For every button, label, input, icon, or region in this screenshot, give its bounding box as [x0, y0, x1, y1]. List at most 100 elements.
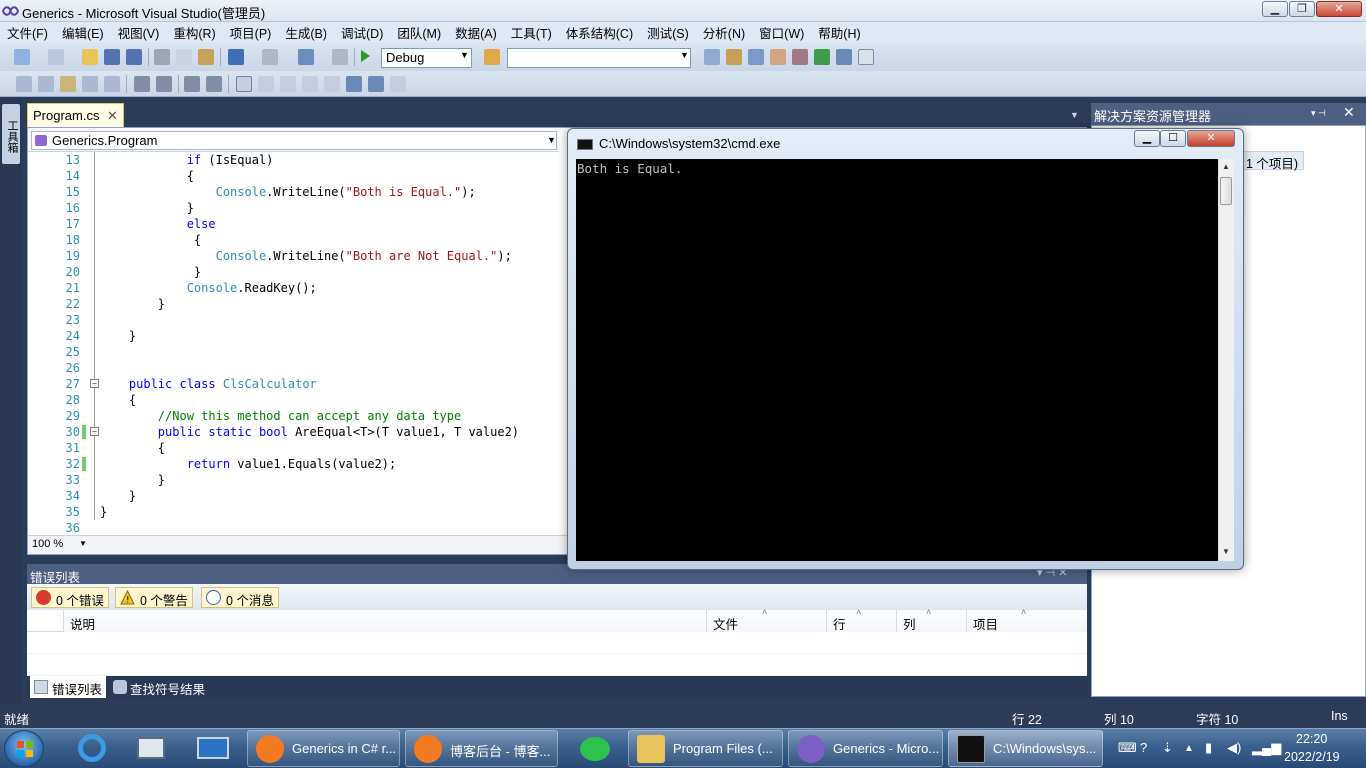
menu-item[interactable]: 体系结构(C): [559, 23, 640, 42]
maximize-button[interactable]: ❐: [1289, 1, 1315, 17]
previous-bookmark-icon[interactable]: [258, 76, 274, 92]
code-line[interactable]: 34 }: [28, 488, 568, 504]
previous-bookmark-in-document-icon[interactable]: [346, 76, 362, 92]
complete-word-icon[interactable]: [82, 76, 98, 92]
code-line[interactable]: 22 }: [28, 296, 568, 312]
quick-info-icon[interactable]: [60, 76, 76, 92]
type-navigation-select[interactable]: Generics.Program: [31, 131, 557, 150]
find-in-files-icon[interactable]: [484, 49, 500, 65]
menu-item[interactable]: 重构(R): [166, 23, 222, 42]
code-line[interactable]: 20 }: [28, 264, 568, 280]
scroll-down-icon[interactable]: ▼: [1222, 547, 1230, 556]
comment-out-icon[interactable]: [184, 76, 200, 92]
chevron-down-icon[interactable]: ▼: [680, 50, 689, 60]
code-line[interactable]: 32 return value1.Equals(value2);: [28, 456, 568, 472]
server-manager-pin[interactable]: [125, 731, 177, 767]
object-browser-icon[interactable]: [748, 49, 764, 65]
volume-icon[interactable]: ◀): [1227, 740, 1241, 756]
taskbar-button-firefox-1[interactable]: Generics in C# r...: [247, 730, 400, 767]
toolbox-tab[interactable]: 工具箱: [2, 104, 20, 164]
navigate-forward-icon[interactable]: [332, 49, 348, 65]
clear-bookmarks-icon[interactable]: [390, 76, 406, 92]
find-combo-input[interactable]: [507, 48, 691, 68]
keyboard-icon[interactable]: ⌨: [1118, 740, 1137, 756]
chevron-down-icon[interactable]: ▼: [460, 50, 469, 60]
redo-icon[interactable]: [262, 49, 278, 65]
taskbar-button-firefox-2[interactable]: 博客后台 - 博客...: [405, 730, 558, 767]
code-line[interactable]: 25: [28, 344, 568, 360]
properties-icon[interactable]: [726, 49, 742, 65]
cmd-minimize-button[interactable]: ▁: [1134, 130, 1160, 147]
next-bookmark-in-document-icon[interactable]: [368, 76, 384, 92]
code-line[interactable]: 30 public static bool AreEqual<T>(T valu…: [28, 424, 568, 440]
cmd-close-button[interactable]: ✕: [1187, 130, 1235, 147]
column-header-project[interactable]: 项目: [966, 610, 1087, 632]
menu-item[interactable]: 分析(N): [696, 23, 752, 42]
solution-configuration-select[interactable]: Debug: [381, 48, 472, 68]
close-button[interactable]: ✕: [1316, 1, 1362, 17]
code-line[interactable]: 15 Console.WriteLine("Both is Equal.");: [28, 184, 568, 200]
menu-item[interactable]: 编辑(E): [55, 23, 111, 42]
copy-icon[interactable]: [176, 49, 192, 65]
save-all-icon[interactable]: [126, 49, 142, 65]
input-method-icon[interactable]: ⇣: [1162, 740, 1173, 756]
menu-item[interactable]: 团队(M): [390, 23, 448, 42]
code-line[interactable]: 19 Console.WriteLine("Both are Not Equal…: [28, 248, 568, 264]
decrease-indent-icon[interactable]: [134, 76, 150, 92]
navigate-backward-icon[interactable]: [298, 49, 314, 65]
taskbar-button-explorer[interactable]: Program Files (...: [628, 730, 783, 767]
code-line[interactable]: 23: [28, 312, 568, 328]
toggle-bookmark-icon[interactable]: [236, 76, 252, 92]
show-hidden-icons-icon[interactable]: ▲: [1184, 743, 1194, 754]
code-line[interactable]: 13 if (IsEqual): [28, 152, 568, 168]
code-line[interactable]: 14 {: [28, 168, 568, 184]
code-line[interactable]: 36: [28, 520, 568, 536]
desktop-pin[interactable]: [187, 731, 239, 767]
previous-bookmark-in-folder-icon[interactable]: [302, 76, 318, 92]
close-panel-icon[interactable]: ✕: [1343, 104, 1355, 121]
chevron-down-icon[interactable]: ▼: [1070, 110, 1079, 120]
menu-item[interactable]: 文件(F): [0, 23, 55, 42]
taskbar-button-visual-studio[interactable]: Generics - Micro...: [788, 730, 943, 767]
network-icon[interactable]: ▂▄▆: [1252, 740, 1281, 756]
solution-explorer-icon[interactable]: [704, 49, 720, 65]
extension-manager-icon[interactable]: [836, 49, 852, 65]
chevron-down-icon[interactable]: ▼: [79, 539, 87, 548]
scrollbar-thumb[interactable]: [1220, 177, 1232, 205]
start-button[interactable]: [4, 730, 44, 767]
menu-item[interactable]: 数据(A): [448, 23, 504, 42]
toolbox-icon[interactable]: [770, 49, 786, 65]
uncomment-icon[interactable]: [206, 76, 222, 92]
code-line[interactable]: 31 {: [28, 440, 568, 456]
code-line[interactable]: 24 }: [28, 328, 568, 344]
indent-icon[interactable]: [104, 76, 120, 92]
menu-item[interactable]: 测试(S): [640, 23, 696, 42]
clock-date[interactable]: 2022/2/19: [1284, 750, 1340, 764]
start-page-icon[interactable]: [814, 49, 830, 65]
add-item-icon[interactable]: [48, 49, 64, 65]
chevron-down-icon[interactable]: ▼: [547, 135, 556, 145]
save-icon[interactable]: [104, 49, 120, 65]
start-debugging-icon[interactable]: [361, 50, 370, 62]
code-line[interactable]: 29 //Now this method can accept any data…: [28, 408, 568, 424]
code-line[interactable]: 35}: [28, 504, 568, 520]
increase-indent-icon[interactable]: [156, 76, 172, 92]
scroll-up-icon[interactable]: ▲: [1222, 162, 1230, 171]
menu-item[interactable]: 帮助(H): [811, 23, 867, 42]
solution-tree-item[interactable]: 1 个项目): [1240, 151, 1305, 171]
internet-explorer-pin[interactable]: [66, 731, 118, 767]
code-line[interactable]: 26: [28, 360, 568, 376]
new-project-icon[interactable]: [14, 49, 30, 65]
code-line[interactable]: 18 {: [28, 232, 568, 248]
collapse-region-icon[interactable]: −: [90, 379, 99, 388]
minimize-button[interactable]: ▁: [1262, 1, 1288, 17]
tools-icon[interactable]: [792, 49, 808, 65]
vertical-scrollbar[interactable]: [1218, 159, 1234, 561]
panel-options-icon[interactable]: ▾ ⊣: [1311, 108, 1326, 119]
wechat-pin[interactable]: [570, 731, 622, 767]
open-file-icon[interactable]: [82, 49, 98, 65]
errors-filter-button[interactable]: 0 个错误: [31, 587, 109, 608]
cmd-maximize-button[interactable]: ☐: [1160, 130, 1186, 147]
menu-item[interactable]: 窗口(W): [752, 23, 811, 42]
device-icon[interactable]: ▮: [1205, 740, 1212, 756]
